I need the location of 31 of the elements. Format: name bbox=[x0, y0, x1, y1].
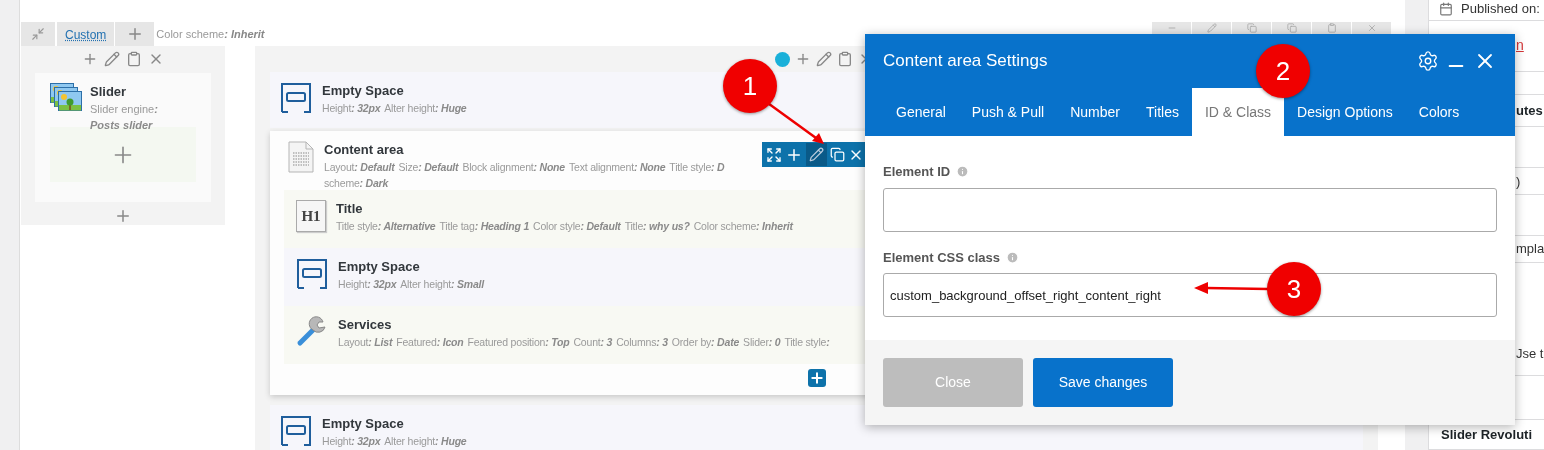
element-meta: Layout: Default Size: Default Block alignment: None Text alignment: None Title style: D bbox=[324, 160, 726, 175]
sidebar-heading: Slider Revoluti bbox=[1441, 425, 1533, 444]
element-meta: Title style: Alternative Title tag: Heading 1 Color style: Default Title: why us? Color scheme: Inherit bbox=[336, 219, 795, 234]
layout-tab[interactable]: Custom bbox=[57, 22, 115, 46]
sidebar-text: ) bbox=[1516, 172, 1521, 191]
element-meta: Slider engine: Posts slider bbox=[90, 102, 159, 133]
element-title: Slider bbox=[90, 83, 128, 101]
sidebar-text: Jse t bbox=[1516, 345, 1544, 364]
sidebar-text: mpla bbox=[1516, 240, 1544, 259]
element-meta: Height: 32px Alter height: Huge bbox=[322, 101, 468, 116]
element-title: Empty Space bbox=[322, 82, 405, 100]
element-meta: Height: 32px Alter height: Huge bbox=[322, 434, 468, 449]
published-label: Published on: bbox=[1461, 0, 1540, 19]
sidebar-heading: utes bbox=[1516, 101, 1543, 120]
element-title: Title bbox=[336, 200, 364, 218]
element-title: Empty Space bbox=[322, 415, 405, 433]
field-label: Element CSS class bbox=[883, 248, 1001, 267]
element-title: Services bbox=[338, 316, 393, 334]
element-meta: Height: 32px Alter height: Small bbox=[338, 277, 486, 292]
heading-icon: H1 bbox=[296, 200, 326, 232]
sidebar-link[interactable]: n bbox=[1516, 35, 1524, 57]
element-title: Content area bbox=[324, 141, 405, 159]
field-label: Element ID bbox=[883, 163, 951, 181]
element-meta: scheme: Dark bbox=[324, 176, 390, 191]
save-button[interactable]: Save changes bbox=[1033, 358, 1173, 407]
color-scheme-label: Color scheme: Inherit bbox=[156, 26, 265, 42]
dialog-tab[interactable]: ID & Class bbox=[1191, 88, 1285, 136]
dialog-title: Content area Settings bbox=[883, 50, 1048, 73]
element-title: Empty Space bbox=[338, 258, 421, 276]
element-meta: Layout: List Featured: Icon Featured position: Top Count: 3 Columns: 3 Order by: Date Slider: 0 Title style: bbox=[338, 335, 831, 350]
dialog-tab[interactable]: Colors bbox=[1405, 88, 1473, 136]
